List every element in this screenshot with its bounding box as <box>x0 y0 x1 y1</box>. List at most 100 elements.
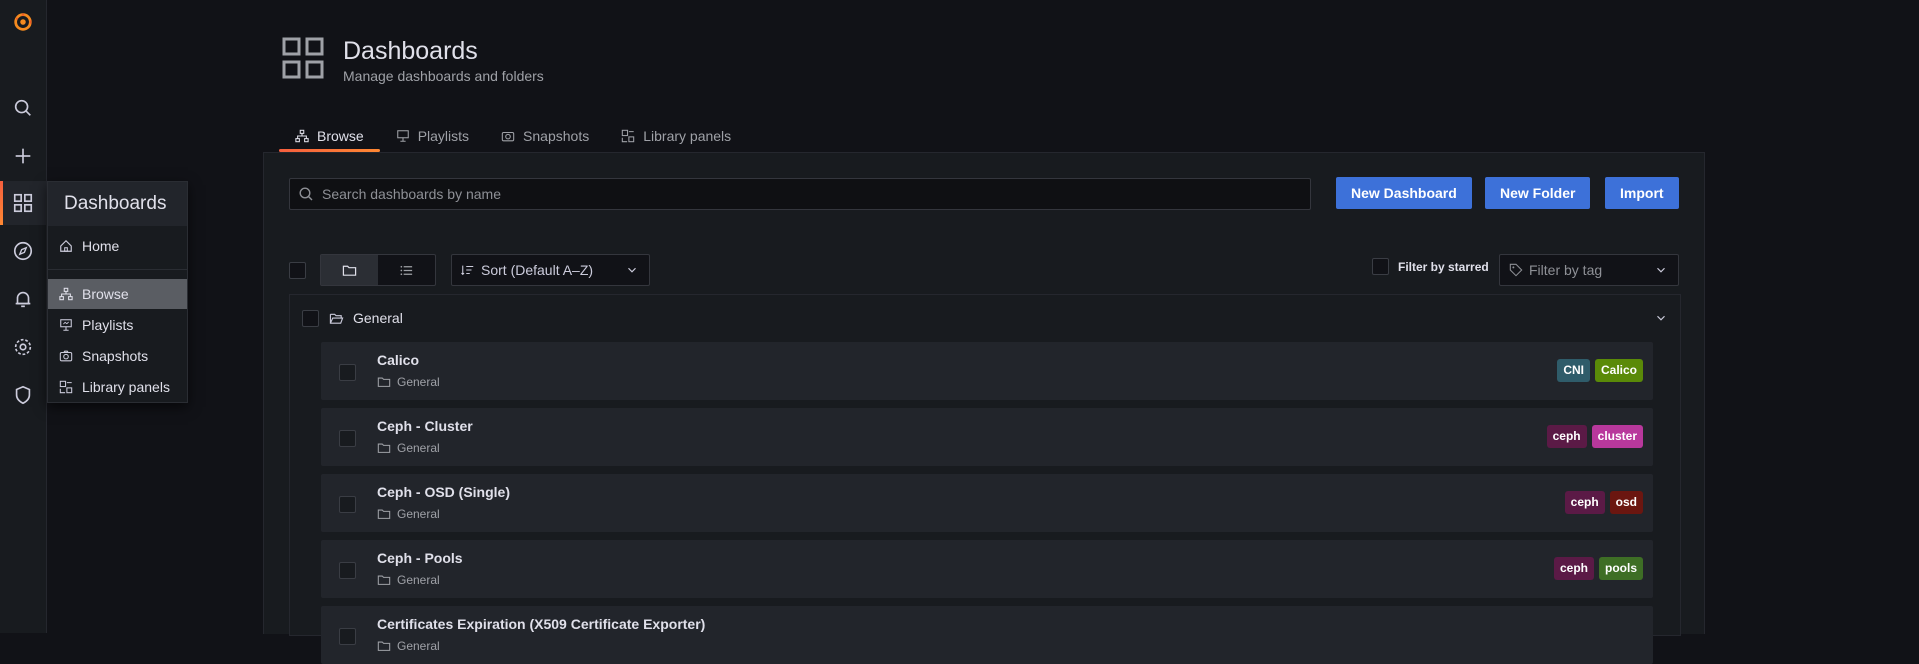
dashboard-tags: ceph pools <box>1553 557 1643 580</box>
dashboard-checkbox[interactable] <box>339 496 356 513</box>
new-folder-button[interactable]: New Folder <box>1485 177 1591 209</box>
dashboard-checkbox[interactable] <box>339 364 356 381</box>
folder-icon <box>377 641 391 651</box>
flyout-title[interactable]: Dashboards <box>48 182 187 226</box>
folder-icon <box>377 377 391 387</box>
page-tabs: Browse Playlists Snapshots Library panel… <box>279 120 747 152</box>
nav-dashboards[interactable] <box>0 181 46 225</box>
browse-content: New Dashboard New Folder Import Sort (De… <box>263 152 1705 664</box>
dashboard-item-certificates-expiration[interactable]: Certificates Expiration (X509 Certificat… <box>321 606 1653 664</box>
folder-section-general: General Calico General CNI Calico Ceph -… <box>289 294 1681 664</box>
list-view-button[interactable] <box>378 255 435 285</box>
dashboard-item-ceph-osd-single[interactable]: Ceph - OSD (Single) General ceph osd <box>321 474 1653 532</box>
import-button[interactable]: Import <box>1605 177 1679 209</box>
tag-badge[interactable]: cluster <box>1591 425 1643 448</box>
flyout-item-snapshots[interactable]: Snapshots <box>48 341 187 371</box>
nav-server-admin[interactable] <box>0 373 46 417</box>
tag-icon <box>1509 263 1523 277</box>
dashboard-item-ceph-pools[interactable]: Ceph - Pools General ceph pools <box>321 540 1653 598</box>
tag-filter-select[interactable]: Filter by tag <box>1499 254 1679 286</box>
flyout-item-label: Browse <box>82 286 129 302</box>
presentation-icon <box>396 130 409 142</box>
chevron-down-icon[interactable] <box>1654 311 1668 325</box>
camera-icon <box>501 131 515 142</box>
filter-by-starred[interactable]: Filter by starred <box>1372 258 1489 275</box>
tab-browse[interactable]: Browse <box>279 120 380 152</box>
folder-icon <box>377 509 391 519</box>
camera-icon <box>59 350 73 362</box>
tag-badge[interactable]: osd <box>1609 491 1643 514</box>
tag-badge[interactable]: Calico <box>1594 359 1643 382</box>
dashboard-title[interactable]: Calico <box>377 352 419 368</box>
home-icon <box>60 239 72 252</box>
dashboard-folder: General <box>377 441 440 455</box>
tab-playlists[interactable]: Playlists <box>380 120 485 152</box>
sitemap-icon <box>59 287 73 301</box>
tab-label: Playlists <box>417 128 470 144</box>
tag-badge[interactable]: pools <box>1599 557 1643 580</box>
search-box[interactable] <box>289 178 1311 210</box>
search-input[interactable] <box>320 185 1284 203</box>
flyout-item-browse[interactable]: Browse <box>48 279 187 309</box>
page-title: Dashboards <box>343 37 478 65</box>
dashboard-checkbox[interactable] <box>339 628 356 645</box>
grafana-logo-icon <box>14 12 32 31</box>
nav-search[interactable] <box>0 86 46 130</box>
new-dashboard-button[interactable]: New Dashboard <box>1336 177 1472 209</box>
dashboard-folder: General <box>377 507 440 521</box>
grafana-logo[interactable] <box>0 0 46 44</box>
dashboard-folder-label: General <box>397 441 440 455</box>
tag-badge[interactable]: ceph <box>1564 491 1605 514</box>
presentation-icon <box>60 319 72 331</box>
flyout-divider <box>48 269 187 270</box>
folder-name: General <box>353 310 403 326</box>
nav-create[interactable] <box>0 134 46 178</box>
dashboards-header-icon <box>282 37 324 79</box>
dashboard-checkbox[interactable] <box>339 562 356 579</box>
chevron-down-icon <box>628 267 636 273</box>
folder-icon <box>377 575 391 585</box>
explore-icon <box>13 241 33 261</box>
plus-icon <box>15 148 31 164</box>
nav-explore[interactable] <box>0 229 46 273</box>
flyout-item-library-panels[interactable]: Library panels <box>48 372 187 402</box>
sort-select[interactable]: Sort (Default A–Z) <box>451 254 650 286</box>
folder-view-button[interactable] <box>321 255 378 285</box>
tag-filter-placeholder: Filter by tag <box>1529 262 1603 278</box>
sort-icon <box>461 265 474 276</box>
starred-checkbox[interactable] <box>1372 258 1389 275</box>
folder-checkbox[interactable] <box>302 309 319 327</box>
dashboard-title[interactable]: Ceph - Cluster <box>377 418 473 434</box>
page-subtitle: Manage dashboards and folders <box>343 68 544 84</box>
dashboard-checkbox[interactable] <box>339 430 356 447</box>
shield-icon <box>15 385 31 405</box>
dashboards-flyout-menu: Dashboards Home Browse Playlists Snapsho… <box>47 181 188 403</box>
dashboard-folder-label: General <box>397 507 440 521</box>
search-icon <box>299 187 313 201</box>
tab-label: Browse <box>317 128 364 144</box>
dashboard-item-ceph-cluster[interactable]: Ceph - Cluster General ceph cluster <box>321 408 1653 466</box>
dashboard-title[interactable]: Ceph - Pools <box>377 550 463 566</box>
flyout-item-home[interactable]: Home <box>48 231 187 261</box>
tag-badge[interactable]: CNI <box>1557 359 1590 382</box>
dashboard-folder: General <box>377 573 440 587</box>
library-panel-icon <box>59 380 73 394</box>
nav-configuration[interactable] <box>0 325 46 369</box>
flyout-item-playlists[interactable]: Playlists <box>48 310 187 340</box>
dashboard-folder: General <box>377 639 440 653</box>
tab-library-panels[interactable]: Library panels <box>605 120 747 152</box>
view-toggle <box>320 254 436 286</box>
flyout-item-label: Home <box>82 238 120 254</box>
dashboard-item-calico[interactable]: Calico General CNI Calico <box>321 342 1653 400</box>
dashboard-folder-label: General <box>397 573 440 587</box>
folder-header[interactable]: General <box>290 295 1680 341</box>
dashboard-title[interactable]: Ceph - OSD (Single) <box>377 484 510 500</box>
tag-badge[interactable]: ceph <box>1546 425 1587 448</box>
tag-badge[interactable]: ceph <box>1553 557 1594 580</box>
alerting-icon <box>15 291 31 308</box>
dashboard-title[interactable]: Certificates Expiration (X509 Certificat… <box>377 616 705 632</box>
flyout-item-label: Playlists <box>82 317 134 333</box>
select-all-checkbox[interactable] <box>289 262 306 279</box>
tab-snapshots[interactable]: Snapshots <box>485 120 605 152</box>
nav-alerting[interactable] <box>0 277 46 321</box>
